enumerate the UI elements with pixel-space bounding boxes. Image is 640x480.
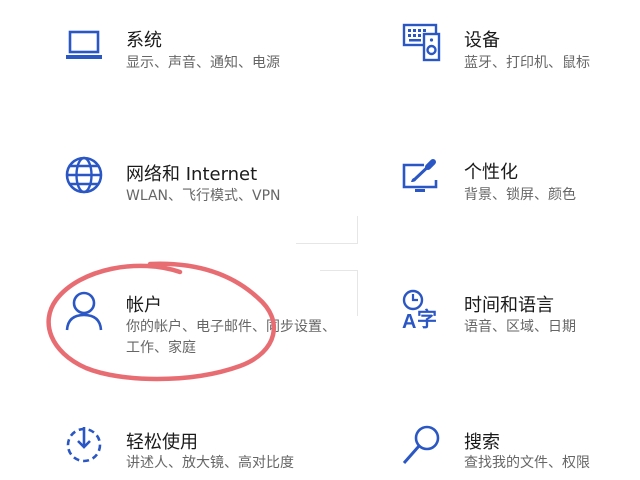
tile-search-title: 搜索: [464, 432, 500, 453]
divider: [320, 270, 358, 271]
tile-ease-of-access-title: 轻松使用: [126, 432, 198, 453]
tile-personalization-title: 个性化: [464, 162, 518, 183]
tile-accounts-description: 你的帐户、电子邮件、同步设置、工作、家庭: [126, 319, 336, 356]
tile-network-description: WLAN、飞行模式、VPN: [126, 188, 281, 204]
person-icon: [65, 291, 103, 331]
tile-system-title: 系统: [126, 30, 162, 51]
clock-language-icon: A 字: [402, 289, 437, 332]
keyboard-speaker-icon: [402, 23, 441, 62]
tile-devices-title: 设备: [464, 30, 500, 51]
tile-network-title: 网络和 Internet: [126, 164, 258, 185]
tile-ease-of-access-description: 讲述人、放大镜、高对比度: [126, 455, 294, 471]
svg-text:A: A: [402, 311, 416, 332]
ease-of-access-icon: [66, 427, 102, 463]
monitor-brush-icon: [402, 159, 438, 192]
tile-search-description: 查找我的文件、权限: [464, 455, 590, 471]
tile-time-language-title: 时间和语言: [464, 295, 554, 316]
tile-personalization-description: 背景、锁屏、颜色: [464, 187, 576, 203]
magnifier-icon: [402, 425, 440, 464]
laptop-icon: [66, 30, 102, 59]
divider: [357, 270, 358, 316]
tile-system-description: 显示、声音、通知、电源: [126, 55, 280, 71]
tile-devices-description: 蓝牙、打印机、鼠标: [464, 55, 590, 71]
tile-time-language-description: 语音、区域、日期: [464, 319, 576, 335]
svg-text:字: 字: [417, 307, 437, 331]
divider: [357, 216, 358, 244]
tile-accounts-title: 帐户: [126, 295, 162, 316]
divider: [296, 243, 358, 244]
globe-icon: [65, 156, 103, 194]
